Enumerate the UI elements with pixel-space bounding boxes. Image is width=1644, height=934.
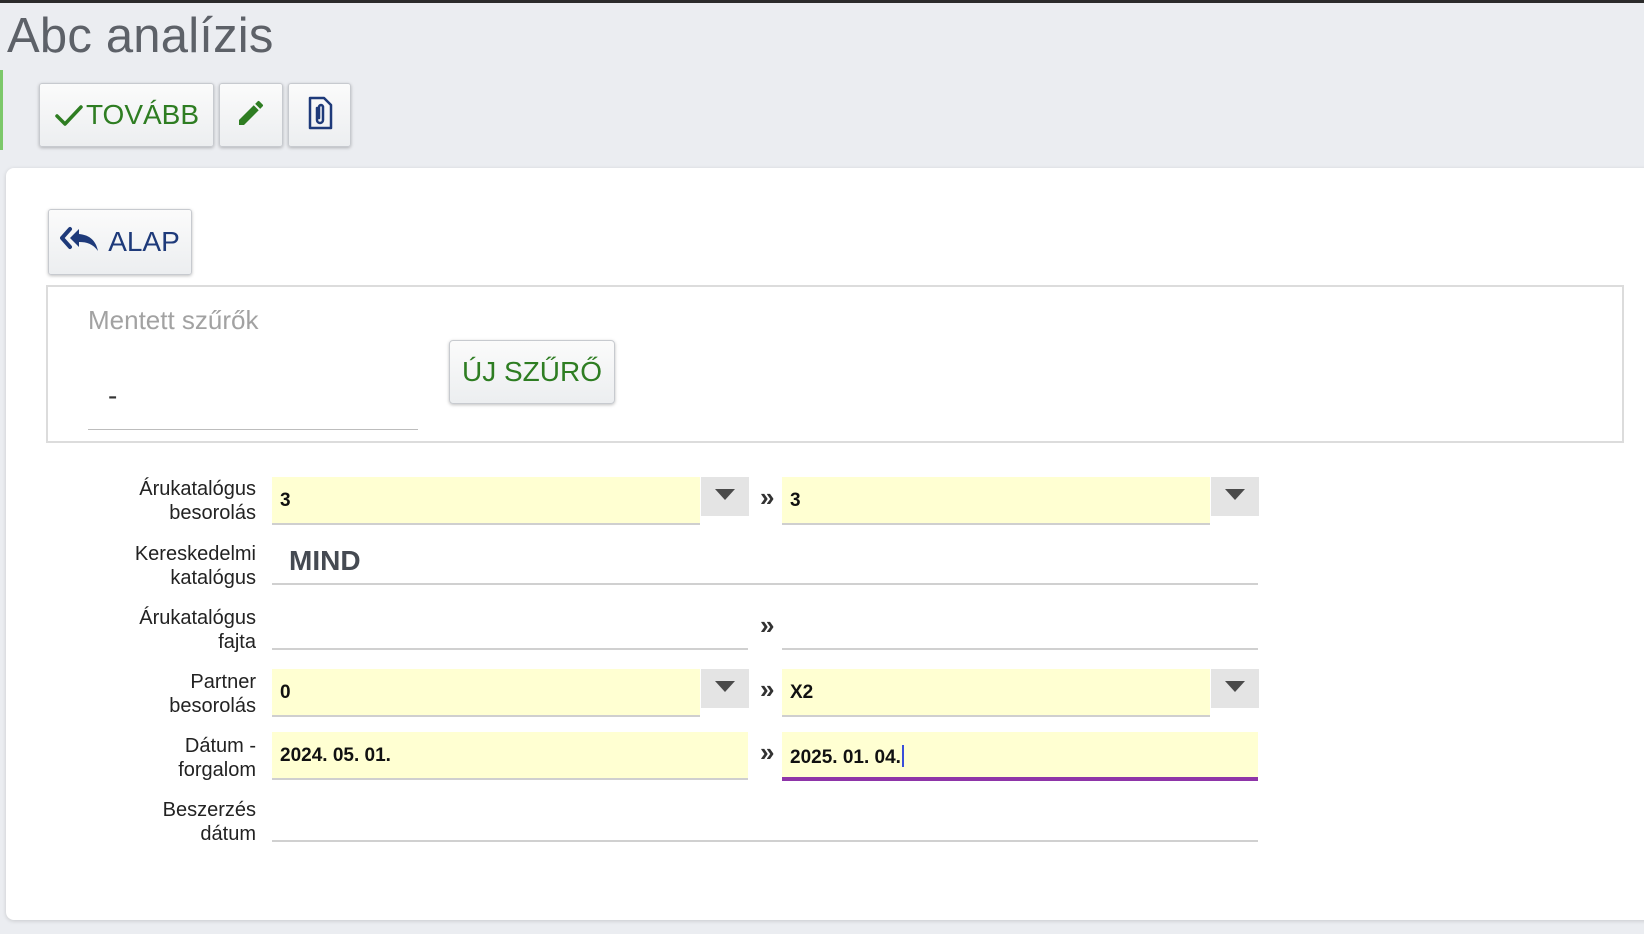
catalog-class-to-value: 3 <box>790 490 801 511</box>
chevron-down-icon <box>1225 680 1245 698</box>
turnover-date-label: Dátum - forgalom <box>178 735 256 781</box>
trade-catalog-label: Kereskedelmi katalógus <box>134 543 256 589</box>
turnover-date-from-input[interactable]: 2024. 05. 01. <box>272 732 748 780</box>
saved-filters-value: - <box>108 380 118 411</box>
catalog-class-label: Árukatalógus besorolás <box>139 478 256 524</box>
pencil-icon <box>235 97 267 134</box>
chevron-down-icon <box>715 488 735 506</box>
catalog-class-from-value: 3 <box>280 490 291 511</box>
partner-class-label: Partner besorolás <box>169 671 256 717</box>
check-icon <box>54 95 86 136</box>
trade-catalog-value: MIND <box>289 545 361 576</box>
purchase-date-label: Beszerzés dátum <box>162 799 256 845</box>
page-title: Abc analízis <box>7 9 274 63</box>
continue-button[interactable]: TOVÁBB <box>39 83 214 147</box>
window-top-border <box>0 0 1644 3</box>
catalog-type-from-field[interactable] <box>272 602 748 650</box>
partner-class-from-value: 0 <box>280 682 291 703</box>
range-separator: » <box>760 674 775 704</box>
catalog-type-to-field[interactable] <box>782 602 1258 650</box>
partner-class-to-select[interactable]: X2 <box>782 669 1210 717</box>
turnover-date-to-wrapper: 2025. 01. 04. <box>790 745 904 769</box>
partner-class-from-select[interactable]: 0 <box>272 669 700 717</box>
range-separator: » <box>760 610 775 640</box>
chevron-down-icon <box>1225 488 1245 506</box>
catalog-class-to-dropdown[interactable] <box>1211 477 1259 516</box>
catalog-class-from-select[interactable]: 3 <box>272 477 700 525</box>
catalog-type-label: Árukatalógus fajta <box>139 607 256 653</box>
trade-catalog-field[interactable]: MIND <box>272 537 1258 585</box>
back-button-label: ALAP <box>108 226 180 257</box>
partner-class-to-value: X2 <box>790 682 814 703</box>
paperclip-icon <box>306 96 334 135</box>
catalog-class-to-select[interactable]: 3 <box>782 477 1210 525</box>
reply-all-icon <box>60 225 108 260</box>
range-separator: » <box>760 482 775 512</box>
partner-class-to-dropdown[interactable] <box>1211 669 1259 708</box>
chevron-down-icon <box>715 680 735 698</box>
side-accent-bar <box>0 70 3 150</box>
turnover-date-from-value: 2024. 05. 01. <box>280 745 391 766</box>
turnover-date-to-value: 2025. 01. 04. <box>790 747 901 768</box>
back-to-basic-button[interactable]: ALAP <box>48 209 192 275</box>
saved-filters-label: Mentett szűrők <box>88 305 259 335</box>
text-caret <box>901 745 904 767</box>
new-filter-button[interactable]: ÚJ SZŰRŐ <box>449 340 615 404</box>
catalog-class-from-dropdown[interactable] <box>701 477 749 516</box>
purchase-date-field[interactable] <box>272 794 1258 842</box>
continue-button-label: TOVÁBB <box>85 99 200 130</box>
partner-class-from-dropdown[interactable] <box>701 669 749 708</box>
edit-button[interactable] <box>219 83 283 147</box>
turnover-date-to-input[interactable]: 2025. 01. 04. <box>782 732 1258 781</box>
saved-filters-select[interactable]: - <box>88 372 418 430</box>
attachment-button[interactable] <box>288 83 351 147</box>
range-separator: » <box>760 737 775 767</box>
